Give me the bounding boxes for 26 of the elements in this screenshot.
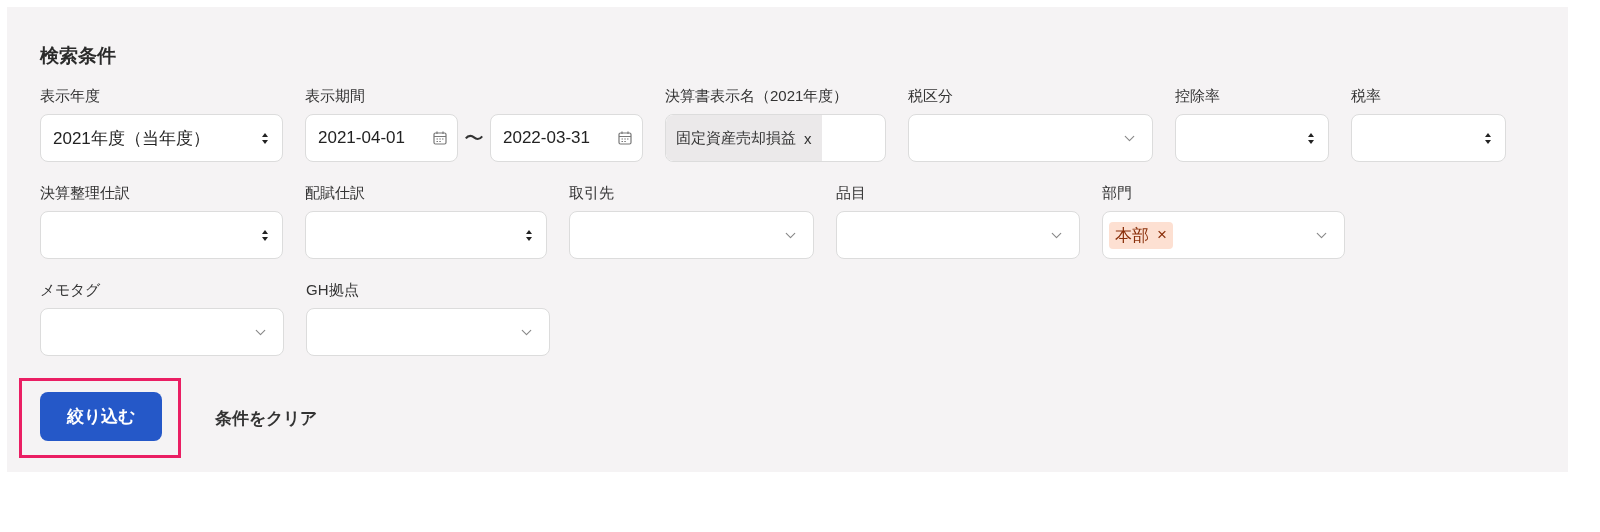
tag-input-field[interactable]: 固定資産売却損益 x — [665, 114, 886, 162]
field-label: 控除率 — [1175, 87, 1221, 106]
field-label: 税率 — [1351, 87, 1382, 106]
chip-label: 本部 — [1115, 224, 1149, 247]
field-label: 決算整理仕訳 — [40, 184, 131, 203]
field-label: 部門 — [1102, 184, 1133, 203]
chip-remove-button[interactable]: × — [1157, 225, 1167, 245]
multi-select-field[interactable]: 本部 × — [1102, 211, 1345, 259]
field-label: 配賦仕訳 — [305, 184, 366, 203]
date-field[interactable]: 2021-04-01 — [305, 114, 458, 162]
clear-conditions-button[interactable]: 条件をクリア — [215, 406, 317, 430]
range-separator: 〜 — [464, 125, 484, 151]
chip-remove-button[interactable]: x — [804, 129, 812, 147]
filter-button[interactable]: 絞り込む — [40, 392, 162, 441]
field-label: 品目 — [836, 184, 867, 203]
field-label: GH拠点 — [306, 281, 360, 300]
field-label: 表示期間 — [305, 87, 366, 106]
field-label: 税区分 — [908, 87, 954, 106]
field-label: 表示年度 — [40, 87, 101, 106]
select-field[interactable]: 2021年度（当年度） — [40, 114, 283, 162]
date-field[interactable]: 2022-03-31 — [490, 114, 643, 162]
chip-label: 固定資産売却損益 — [676, 128, 796, 148]
field-label: メモタグ — [40, 281, 101, 300]
field-label: 決算書表示名（2021年度） — [665, 87, 850, 106]
field-label: 取引先 — [569, 184, 615, 203]
panel-title: 検索条件 — [40, 44, 117, 68]
